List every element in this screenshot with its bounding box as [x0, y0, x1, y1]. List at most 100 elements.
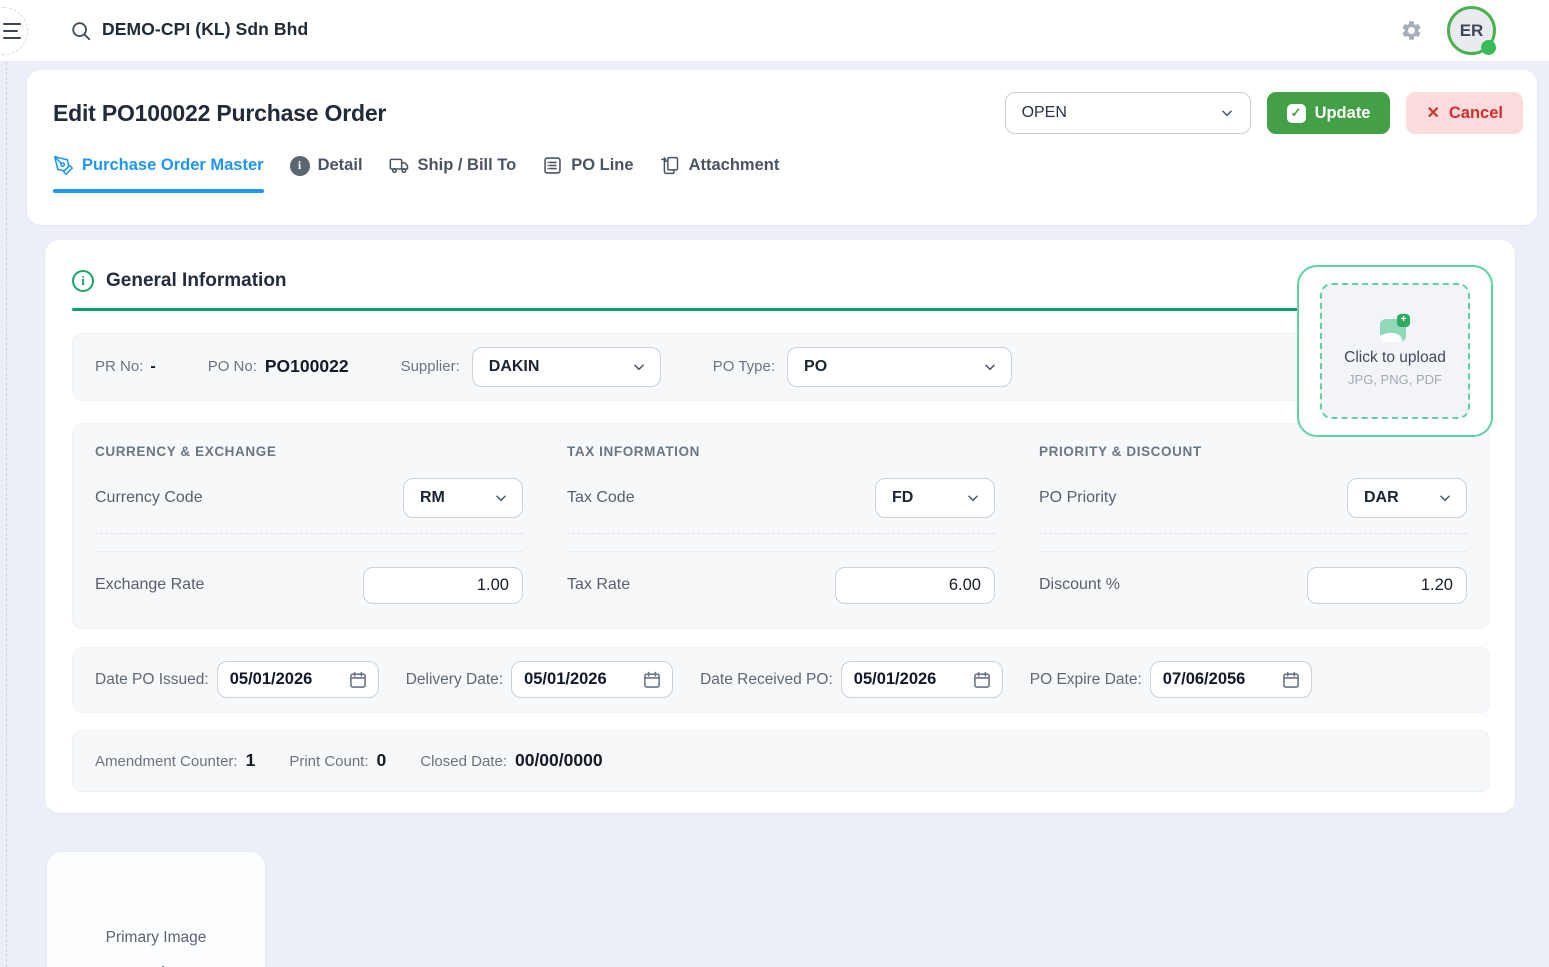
- po-type-select-value: PO: [804, 358, 827, 376]
- chevron-down-icon: [983, 360, 997, 374]
- tax-rate-input[interactable]: [835, 567, 995, 604]
- currency-code-label: Currency Code: [95, 489, 203, 507]
- tab-label: PO Line: [571, 156, 633, 175]
- tab-po-line[interactable]: PO Line: [542, 155, 633, 193]
- column-heading: CURRENCY & EXCHANGE: [95, 444, 523, 459]
- update-button-label: Update: [1315, 104, 1371, 123]
- image-upload-icon: +: [1380, 316, 1410, 342]
- chevron-down-icon: [632, 360, 646, 374]
- page-title: Edit PO100022 Purchase Order: [53, 100, 386, 127]
- priority-discount-column: PRIORITY & DISCOUNT PO Priority DAR Disc…: [1039, 444, 1467, 604]
- tax-rate-label: Tax Rate: [567, 576, 630, 594]
- counters-panel: Amendment Counter: 1 Print Count: 0 Clos…: [72, 730, 1490, 792]
- cancel-button-label: Cancel: [1449, 104, 1503, 123]
- tax-information-column: TAX INFORMATION Tax Code FD Tax Rate: [567, 444, 995, 604]
- update-button[interactable]: ✓ Update: [1267, 92, 1391, 134]
- date-po-issued-item: Date PO Issued: 05/01/2026: [95, 661, 379, 698]
- tab-label: Purchase Order Master: [82, 156, 264, 175]
- topbar: DEMO-CPI (KL) Sdn Bhd ER: [0, 0, 1549, 62]
- discount-input[interactable]: [1307, 567, 1467, 604]
- tax-code-label: Tax Code: [567, 489, 635, 507]
- list-icon: [542, 155, 563, 176]
- tab-detail[interactable]: i Detail: [290, 155, 363, 193]
- image-add-icon: [47, 964, 265, 967]
- tab-purchase-order-master[interactable]: Purchase Order Master: [53, 155, 264, 193]
- active-tab-underline: [53, 189, 264, 193]
- tab-attachment[interactable]: Attachment: [660, 155, 780, 193]
- amendment-counter-label: Amendment Counter:: [95, 753, 238, 770]
- avatar[interactable]: ER: [1447, 6, 1496, 55]
- po-priority-label: PO Priority: [1039, 489, 1116, 507]
- closed-date-label: Closed Date:: [420, 753, 507, 770]
- primary-image-card[interactable]: Primary Image: [46, 851, 266, 967]
- amendment-counter-item: Amendment Counter: 1: [95, 750, 255, 771]
- delivery-date-field[interactable]: 05/01/2026: [511, 661, 673, 698]
- section-title: General Information: [106, 270, 287, 292]
- divider: [1039, 551, 1467, 552]
- tab-bar: Purchase Order Master i Detail Ship / Bi…: [41, 155, 1523, 193]
- upload-dropzone[interactable]: + Click to upload JPG, PNG, PDF: [1297, 265, 1493, 437]
- column-heading: TAX INFORMATION: [567, 444, 995, 459]
- divider: [567, 551, 995, 552]
- divider: [1039, 533, 1467, 534]
- tab-label: Detail: [318, 156, 363, 175]
- chevron-down-icon: [1438, 491, 1452, 505]
- delivery-date-label: Delivery Date:: [406, 671, 503, 689]
- print-count-value: 0: [377, 750, 387, 771]
- general-information-card: i General Information + Click to upload …: [45, 240, 1515, 813]
- tab-label: Ship / Bill To: [418, 156, 517, 175]
- tab-ship-bill-to[interactable]: Ship / Bill To: [389, 155, 517, 193]
- chevron-down-icon: [494, 491, 508, 505]
- avatar-initials: ER: [1460, 21, 1484, 41]
- currency-tax-priority-panel: CURRENCY & EXCHANGE Currency Code RM Exc…: [72, 423, 1490, 629]
- tax-code-select[interactable]: FD: [875, 478, 995, 518]
- delivery-date-item: Delivery Date: 05/01/2026: [406, 661, 673, 698]
- search-icon[interactable]: [70, 20, 92, 42]
- calendar-icon: [1281, 670, 1301, 690]
- pr-no-value: -: [150, 358, 155, 376]
- po-priority-select[interactable]: DAR: [1347, 478, 1467, 518]
- divider: [95, 551, 523, 552]
- amendment-counter-value: 1: [246, 750, 256, 771]
- company-name: DEMO-CPI (KL) Sdn Bhd: [102, 19, 308, 40]
- upload-dropzone-inner: + Click to upload JPG, PNG, PDF: [1320, 283, 1470, 419]
- date-po-issued-field[interactable]: 05/01/2026: [217, 661, 379, 698]
- exchange-rate-input[interactable]: [363, 567, 523, 604]
- tab-label: Attachment: [689, 156, 780, 175]
- closed-date-item: Closed Date: 00/00/0000: [420, 750, 602, 771]
- po-expire-date-field[interactable]: 07/06/2056: [1150, 661, 1312, 698]
- online-status-dot: [1481, 40, 1496, 55]
- left-guide-line: [6, 62, 7, 967]
- supplier-label: Supplier:: [401, 358, 460, 375]
- signature-pen-icon: [53, 155, 74, 176]
- status-select-value: OPEN: [1022, 104, 1067, 122]
- info-icon: i: [72, 270, 94, 292]
- po-type-label: PO Type:: [713, 358, 775, 375]
- page-header-card: Edit PO100022 Purchase Order OPEN ✓ Upda…: [27, 70, 1537, 225]
- cancel-button[interactable]: ✕ Cancel: [1406, 92, 1523, 134]
- chevron-down-icon: [1220, 106, 1234, 120]
- documents-icon: [660, 155, 681, 176]
- upload-title: Click to upload: [1344, 349, 1446, 367]
- po-expire-date-label: PO Expire Date:: [1030, 671, 1142, 689]
- po-type-select[interactable]: PO: [787, 347, 1012, 387]
- hamburger-menu-button[interactable]: [0, 7, 28, 55]
- po-expire-date-item: PO Expire Date: 07/06/2056: [1030, 661, 1312, 698]
- check-icon: ✓: [1287, 104, 1306, 123]
- info-circle-icon: i: [290, 156, 310, 176]
- calendar-icon: [642, 670, 662, 690]
- supplier-select[interactable]: DAKIN: [472, 347, 661, 387]
- date-received-po-field[interactable]: 05/01/2026: [841, 661, 1003, 698]
- gear-icon[interactable]: [1400, 19, 1423, 42]
- supplier-select-value: DAKIN: [489, 358, 540, 376]
- chevron-down-icon: [966, 491, 980, 505]
- status-select[interactable]: OPEN: [1005, 92, 1251, 134]
- currency-exchange-column: CURRENCY & EXCHANGE Currency Code RM Exc…: [95, 444, 523, 604]
- hamburger-icon: [3, 23, 21, 25]
- currency-code-value: RM: [420, 489, 445, 507]
- currency-code-select[interactable]: RM: [403, 478, 523, 518]
- section-underline: [72, 308, 1490, 311]
- date-received-po-label: Date Received PO:: [700, 671, 833, 689]
- print-count-label: Print Count:: [289, 753, 368, 770]
- upload-filetypes: JPG, PNG, PDF: [1348, 372, 1442, 387]
